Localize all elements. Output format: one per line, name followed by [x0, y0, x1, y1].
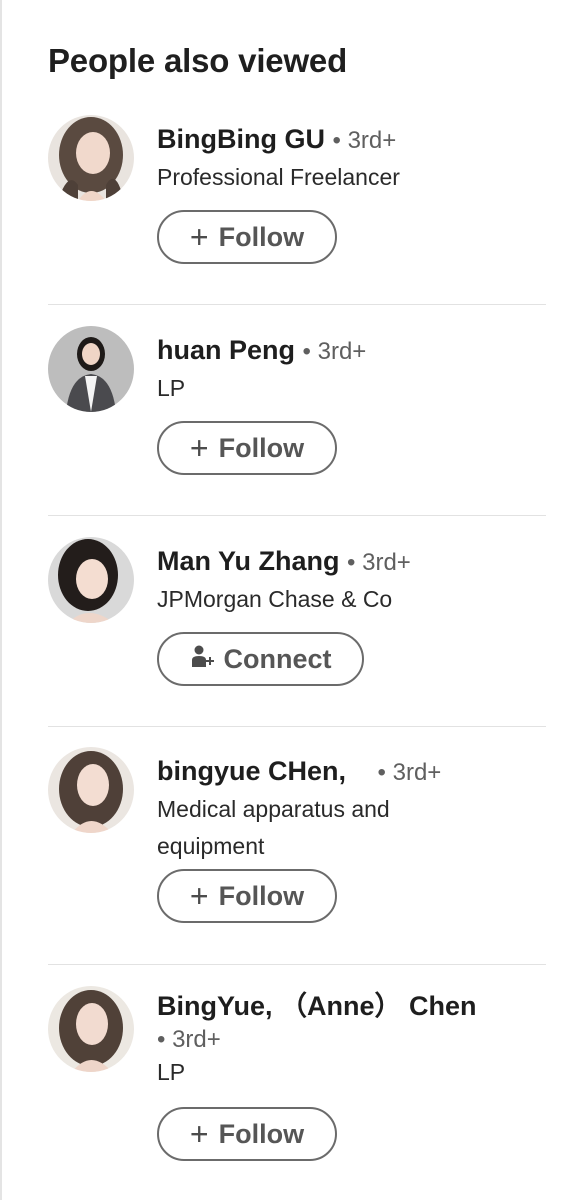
person-headline-line1: Medical apparatus and: [157, 796, 390, 822]
person-headline: JPMorgan Chase & Co: [157, 586, 393, 612]
section-title: People also viewed: [48, 42, 348, 79]
plus-icon: +: [189, 878, 209, 914]
avatar[interactable]: [48, 537, 134, 623]
button-label: Follow: [218, 1118, 305, 1149]
connect-button[interactable]: Connect: [157, 632, 364, 686]
add-person-icon: [190, 643, 216, 676]
person-headline: Professional Freelancer: [157, 164, 400, 190]
avatar[interactable]: [48, 747, 134, 833]
button-label: Follow: [218, 221, 305, 252]
divider: [48, 726, 546, 727]
plus-icon: +: [189, 1116, 209, 1152]
person-name[interactable]: BingBing GU: [157, 124, 325, 154]
button-label: Follow: [218, 880, 305, 911]
plus-icon: +: [189, 430, 209, 466]
connection-degree: • 3rd+: [302, 338, 367, 365]
button-label: Connect: [223, 643, 332, 674]
person-name[interactable]: bingyue CHen,: [157, 756, 346, 786]
avatar[interactable]: [48, 986, 134, 1072]
person-name[interactable]: huan Peng: [157, 335, 295, 365]
connection-degree: • 3rd+: [347, 549, 411, 576]
people-also-viewed-panel: People also viewed BingBing GU • 3rd+ Pr…: [0, 0, 582, 1200]
follow-button[interactable]: + Follow: [157, 421, 337, 475]
person-name[interactable]: Man Yu Zhang: [157, 546, 340, 576]
button-label: Follow: [218, 432, 305, 463]
divider: [48, 964, 546, 965]
connection-degree: • 3rd+: [377, 759, 442, 786]
plus-icon: +: [189, 219, 209, 255]
avatar[interactable]: [48, 326, 134, 412]
divider: [48, 304, 546, 305]
connection-degree: • 3rd+: [332, 127, 397, 154]
person-name[interactable]: BingYue, （Anne） Chen: [157, 991, 477, 1021]
follow-button[interactable]: + Follow: [157, 869, 337, 923]
person-headline: LP: [157, 375, 186, 401]
follow-button[interactable]: + Follow: [157, 210, 337, 264]
avatar[interactable]: [48, 115, 134, 201]
follow-button[interactable]: + Follow: [157, 1107, 337, 1161]
person-headline-line2: equipment: [157, 833, 265, 859]
person-headline: LP: [157, 1059, 186, 1085]
divider: [48, 515, 546, 516]
connection-degree: • 3rd+: [157, 1026, 221, 1053]
